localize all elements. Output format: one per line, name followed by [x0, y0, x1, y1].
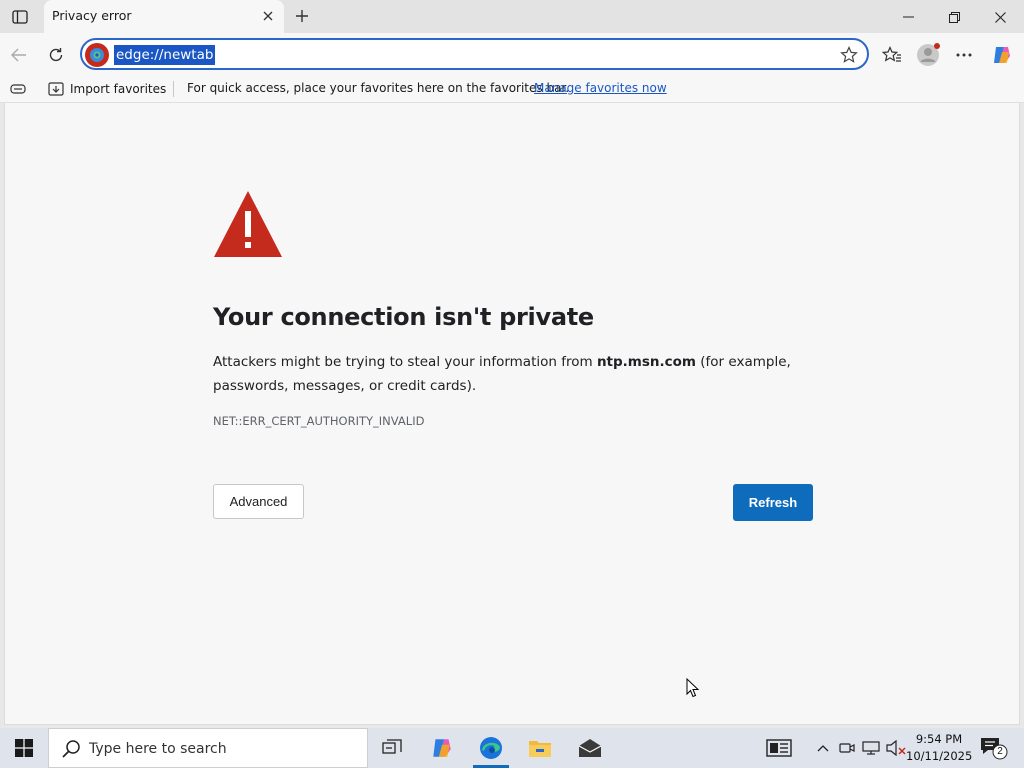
tab-actions-icon[interactable]: [8, 6, 32, 28]
divider: [173, 81, 174, 97]
file-explorer-icon[interactable]: [516, 728, 564, 768]
taskbar: Type here to search 9:54 PM 10/11/2025 2: [0, 728, 1024, 768]
import-icon: [48, 82, 64, 96]
toolbar: edge://newtab: [0, 33, 1024, 75]
more-icon[interactable]: [950, 41, 978, 69]
mouse-cursor-icon: [686, 678, 700, 698]
error-page: Your connection isn't private Attackers …: [4, 103, 1020, 725]
start-button[interactable]: [0, 728, 48, 768]
notification-center-icon[interactable]: 2: [978, 736, 1008, 760]
refresh-icon[interactable]: [42, 41, 70, 69]
description-before: Attackers might be trying to steal your …: [213, 354, 597, 370]
star-icon[interactable]: [839, 45, 859, 65]
mail-icon[interactable]: [566, 728, 614, 768]
meet-now-icon[interactable]: [836, 728, 858, 768]
restore-button[interactable]: [934, 4, 974, 30]
edge-taskbar-icon[interactable]: [467, 728, 515, 768]
import-favorites-button[interactable]: Import favorites: [48, 79, 166, 99]
refresh-button[interactable]: Refresh: [733, 484, 813, 521]
clock-date: 10/11/2025: [906, 749, 973, 763]
error-code: NET::ERR_CERT_AUTHORITY_INVALID: [213, 414, 425, 428]
search-icon: [62, 740, 80, 758]
tab-title: Privacy error: [52, 8, 132, 23]
windows-logo-icon: [15, 739, 33, 757]
profile-avatar[interactable]: [914, 41, 942, 69]
clock-time: 9:54 PM: [915, 732, 963, 746]
network-icon[interactable]: [859, 728, 883, 768]
volume-muted-icon[interactable]: [884, 728, 908, 768]
favorites-bar-message: For quick access, place your favorites h…: [187, 81, 570, 95]
search-placeholder: Type here to search: [89, 741, 227, 757]
edge-site-icon[interactable]: [85, 43, 109, 67]
favorites-icon[interactable]: [878, 41, 906, 69]
new-tab-button[interactable]: [290, 5, 314, 27]
warning-icon: [214, 191, 282, 257]
import-favorites-label: Import favorites: [70, 82, 167, 96]
title-bar: Privacy error: [0, 0, 1024, 33]
notification-count: 2: [997, 746, 1003, 757]
back-button[interactable]: [5, 41, 33, 69]
task-view-icon[interactable]: [368, 728, 416, 768]
favorites-bar: Import favorites For quick access, place…: [0, 75, 1024, 103]
url-text[interactable]: edge://newtab: [114, 45, 216, 65]
copilot-icon[interactable]: [988, 41, 1016, 69]
error-description: Attackers might be trying to steal your …: [213, 350, 813, 398]
minimize-button[interactable]: [888, 4, 928, 30]
address-bar[interactable]: edge://newtab: [80, 38, 869, 70]
taskbar-search[interactable]: Type here to search: [48, 728, 368, 768]
close-icon[interactable]: [260, 8, 276, 24]
advanced-button[interactable]: Advanced: [213, 484, 304, 519]
news-widget-icon[interactable]: [762, 728, 796, 768]
page-title: Your connection isn't private: [213, 303, 594, 331]
chevron-up-icon[interactable]: [812, 728, 834, 768]
error-host: ntp.msn.com: [596, 354, 696, 370]
reading-view-icon[interactable]: [9, 81, 27, 97]
close-window-button[interactable]: [980, 4, 1020, 30]
system-clock[interactable]: 9:54 PM 10/11/2025: [906, 731, 972, 765]
manage-favorites-link[interactable]: Manage favorites now: [534, 81, 667, 95]
tab-privacy-error[interactable]: Privacy error: [44, 0, 284, 33]
copilot-taskbar-icon[interactable]: [418, 728, 466, 768]
